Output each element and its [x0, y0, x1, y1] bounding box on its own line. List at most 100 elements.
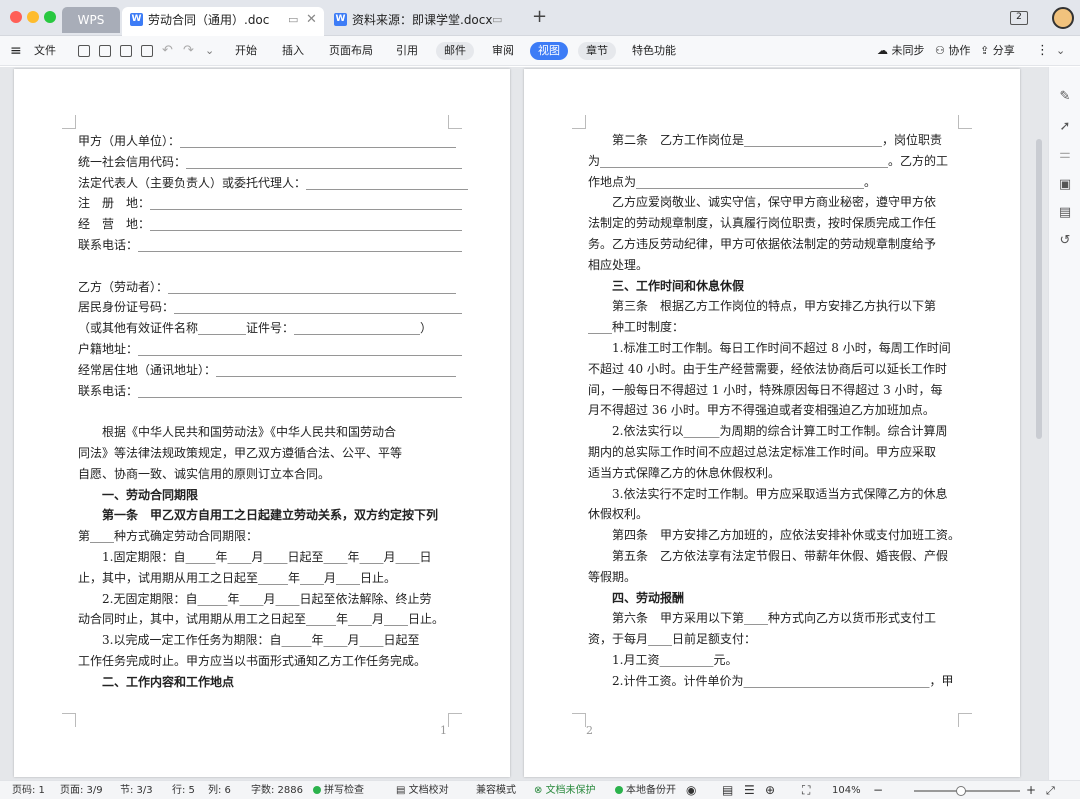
- text-line: 1.固定期限：自_____年____月____日起至____年____月____…: [78, 550, 432, 564]
- menu-page-layout[interactable]: 页面布局: [329, 36, 373, 66]
- hamburger-menu-icon[interactable]: ≡: [10, 36, 22, 66]
- maximize-window-button[interactable]: [44, 11, 56, 23]
- document-canvas[interactable]: 甲方（用人单位）：_______________________________…: [0, 67, 1048, 780]
- tab-label: 资料来源：即课学堂.docx: [352, 13, 493, 27]
- layout-icon[interactable]: ▤: [1057, 205, 1073, 221]
- text-line: 1.月工资_________元。: [588, 653, 738, 667]
- status-pages[interactable]: 页面: 3/9: [60, 781, 103, 800]
- text-line: 法定代表人（主要负责人）或委托代理人：_____________________…: [78, 175, 469, 190]
- text-line: 一、劳动合同期限: [78, 487, 199, 502]
- share-label: 分享: [992, 44, 1015, 57]
- undo-icon[interactable]: ↶: [162, 36, 173, 66]
- window-count-badge[interactable]: 2: [1010, 11, 1028, 25]
- redo-icon[interactable]: ↷: [183, 36, 194, 66]
- zoom-out-button[interactable]: −: [873, 781, 883, 800]
- menu-references[interactable]: 引用: [396, 36, 418, 66]
- history-icon[interactable]: ↺: [1057, 233, 1073, 249]
- share-button[interactable]: ⇪ 分享: [980, 36, 1015, 66]
- text-line: 甲方（用人单位）：_______________________________…: [78, 134, 457, 148]
- export-pdf-icon[interactable]: [99, 45, 111, 57]
- edit-icon[interactable]: ✎: [1057, 89, 1073, 105]
- text-line: 经 营 地：__________________________________…: [78, 217, 463, 232]
- text-line: 月不得超过 36 小时。甲方不得强迫或者变相强迫乙方加班加点。: [588, 403, 935, 418]
- vertical-scrollbar[interactable]: [1036, 139, 1042, 439]
- pin-icon[interactable]: ▭: [492, 7, 502, 33]
- collaborate-button[interactable]: ⚇ 协作: [935, 36, 970, 66]
- status-word-count[interactable]: 字数: 2886: [251, 781, 303, 800]
- status-col[interactable]: 列: 6: [208, 781, 231, 800]
- print-icon[interactable]: [120, 45, 132, 57]
- eye-protect-icon[interactable]: ◉: [686, 781, 696, 800]
- sync-status[interactable]: ☁ 未同步: [877, 36, 925, 66]
- text-line: 适当方式保障乙方的休息休假权利。: [588, 465, 781, 480]
- wps-home-tab[interactable]: WPS: [62, 7, 120, 33]
- menu-review[interactable]: 审阅: [492, 36, 514, 66]
- menu-mail[interactable]: 邮件: [436, 42, 474, 60]
- text-line: 联系电话：___________________________________…: [78, 383, 463, 398]
- page-view-icon[interactable]: ▤: [722, 781, 733, 800]
- status-row[interactable]: 行: 5: [172, 781, 195, 800]
- fit-page-icon[interactable]: ⛶: [802, 781, 810, 800]
- menu-view[interactable]: 视图: [530, 42, 568, 60]
- close-tab-icon[interactable]: ✕: [306, 7, 317, 33]
- share-icon: ⇪: [980, 44, 990, 57]
- pin-icon[interactable]: ▭: [288, 7, 298, 33]
- text-line: 自愿、协商一致、诚实信用的原则订立本合同。: [78, 466, 331, 481]
- tab-document-2[interactable]: W 资料来源：即课学堂.docx ▭: [326, 7, 518, 36]
- save-icon[interactable]: [78, 45, 90, 57]
- page-corner-mark: [448, 713, 462, 727]
- document-page-1[interactable]: 甲方（用人单位）：_______________________________…: [14, 69, 510, 777]
- text-line: 休假权利。: [588, 507, 649, 522]
- web-view-icon[interactable]: ⊕: [765, 781, 775, 800]
- menu-start[interactable]: 开始: [235, 36, 257, 66]
- new-tab-button[interactable]: +: [532, 6, 547, 27]
- zoom-in-button[interactable]: +: [1026, 781, 1036, 800]
- page-corner-mark: [62, 713, 76, 727]
- backup-icon: [615, 786, 623, 794]
- text-line: 2.计件工资。计件单价为____________________________…: [588, 673, 954, 688]
- text-line: 同法》等法律法规政策规定，甲乙双方遵循合法、公平、平等: [78, 446, 403, 460]
- cursor-icon[interactable]: ➚: [1057, 119, 1073, 135]
- backup-status[interactable]: 本地备份开: [615, 781, 676, 800]
- chevron-down-icon[interactable]: ⌄: [205, 36, 214, 66]
- close-window-button[interactable]: [10, 11, 22, 23]
- protect-status[interactable]: ⊗ 文档未保护: [534, 781, 596, 800]
- page-corner-mark: [62, 115, 76, 129]
- more-icon[interactable]: ⋮: [1036, 36, 1049, 66]
- text-line: 乙方应爱岗敬业、诚实守信，保守甲方商业秘密，遵守甲方依: [588, 195, 937, 210]
- status-page-code[interactable]: 页码: 1: [12, 781, 45, 800]
- text-line: 四、劳动报酬: [588, 590, 685, 605]
- text-line: 第二条 乙方工作岗位是_______________________，岗位职责: [588, 133, 943, 147]
- right-toolbar: ✎ ➚ ⚌ ▣ ▤ ↺: [1048, 67, 1080, 780]
- collapse-ribbon-icon[interactable]: ⌄: [1056, 36, 1065, 66]
- menu-special-features[interactable]: 特色功能: [632, 36, 676, 66]
- text-line: 第____种方式确定劳动合同期限：: [78, 529, 259, 544]
- image-icon[interactable]: ▣: [1057, 177, 1073, 193]
- file-menu[interactable]: 文件: [34, 36, 56, 66]
- proofread-label: 文档校对: [408, 785, 449, 796]
- tab-document-1[interactable]: W 劳动合同（通用）.doc ▭ ✕: [122, 7, 324, 36]
- fullscreen-icon[interactable]: ⤢: [1046, 781, 1055, 800]
- print-preview-icon[interactable]: [141, 45, 153, 57]
- compat-mode[interactable]: 兼容模式: [476, 781, 516, 800]
- proofread-button[interactable]: ▤ 文档校对: [396, 781, 449, 800]
- status-section[interactable]: 节: 3/3: [120, 781, 153, 800]
- zoom-slider[interactable]: [914, 790, 1020, 792]
- text-line: 止，其中，试用期从用工之日起至_____年____月____日止。: [78, 570, 397, 585]
- document-page-2[interactable]: 第二条 乙方工作岗位是_______________________，岗位职责为…: [524, 69, 1020, 777]
- cloud-icon: ☁: [877, 44, 888, 57]
- adjust-icon[interactable]: ⚌: [1057, 147, 1073, 163]
- sync-label: 未同步: [891, 44, 925, 57]
- spell-check-button[interactable]: 拼写检查: [313, 781, 364, 800]
- zoom-slider-handle[interactable]: [956, 786, 966, 796]
- menu-chapter[interactable]: 章节: [578, 42, 616, 60]
- zoom-level[interactable]: 104%: [832, 781, 861, 800]
- text-line: 根据《中华人民共和国劳动法》《中华人民共和国劳动合: [78, 425, 397, 440]
- protect-label: 文档未保护: [545, 785, 596, 796]
- text-line: 户籍地址：___________________________________…: [78, 342, 463, 356]
- menu-insert[interactable]: 插入: [282, 36, 304, 66]
- avatar[interactable]: [1052, 7, 1074, 29]
- minimize-window-button[interactable]: [27, 11, 39, 23]
- outline-view-icon[interactable]: ☰: [744, 781, 755, 800]
- text-line: 等假期。: [588, 569, 637, 584]
